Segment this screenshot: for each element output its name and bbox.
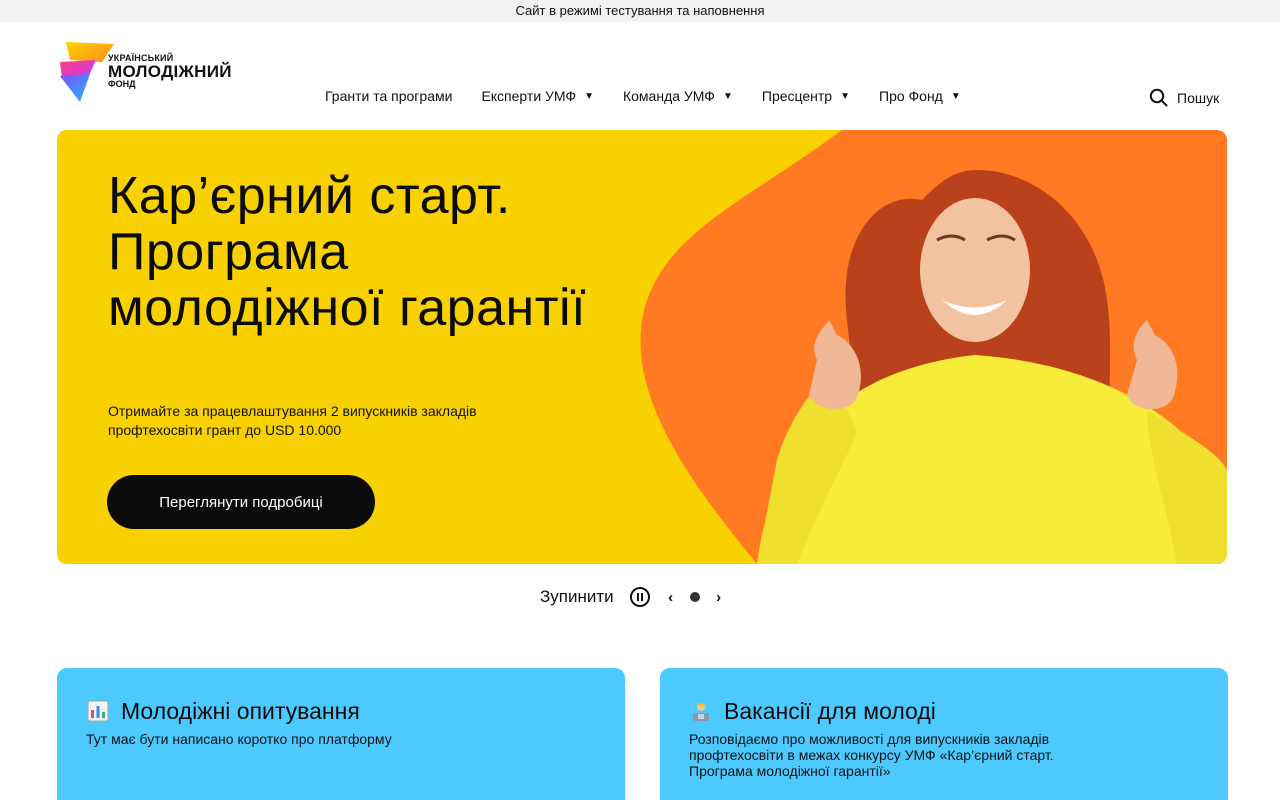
testing-banner-text: Сайт в режимі тестування та наповнення (515, 3, 765, 18)
card-description: Розповідаємо про можливості для випускни… (689, 731, 1054, 779)
card-title: Вакансії для молоді (689, 696, 1199, 726)
hero-subtitle: Отримайте за працевлаштування 2 випускни… (108, 403, 477, 438)
caret-down-icon: ▼ (722, 90, 733, 102)
slider-controls: Зупинити ‹ › (540, 584, 726, 610)
logo-line-2: МОЛОДІЖНИЙ (108, 61, 232, 81)
chevron-left-icon[interactable]: ‹ (664, 587, 678, 607)
nav-item-label: Гранти та програми (325, 88, 453, 104)
nav-item-label: Експерти УМФ (481, 88, 577, 104)
pause-icon[interactable] (629, 587, 650, 607)
card-title: Молодіжні опитування (86, 696, 596, 726)
search-icon (1149, 88, 1168, 107)
card-title-text: Молодіжні опитування (121, 698, 360, 724)
caret-down-icon: ▼ (840, 90, 850, 102)
slider-dot-active[interactable] (689, 592, 700, 602)
chevron-right-icon[interactable]: › (712, 587, 726, 607)
logo-line-3: ФОНД (108, 78, 136, 89)
nav-item-team[interactable]: Команда УМФ ▼ (623, 88, 733, 104)
site-logo[interactable]: УКРАЇНСЬКИЙ МОЛОДІЖНИЙ ФОНД (56, 36, 246, 106)
slider-pause-label: Зупинити (540, 587, 614, 606)
nav-item-grants[interactable]: Гранти та програми (325, 88, 452, 104)
testing-banner: Сайт в режимі тестування та наповнення (0, 0, 1280, 22)
bar-chart-icon (86, 699, 110, 723)
logo-wordmark: УКРАЇНСЬКИЙ МОЛОДІЖНИЙ ФОНД (108, 53, 232, 89)
main-nav: Гранти та програми Експерти УМФ ▼ Команд… (325, 88, 990, 104)
nav-item-label: Команда УМФ (622, 88, 715, 104)
nav-item-press[interactable]: Пресцентр ▼ (762, 88, 850, 104)
card-title-text: Вакансії для молоді (724, 698, 936, 724)
caret-down-icon: ▼ (584, 90, 594, 102)
nav-item-label: Про Фонд (879, 88, 943, 104)
search-button[interactable]: Пошук (1149, 88, 1219, 107)
card-youth-surveys[interactable]: Молодіжні опитування Тут має бути написа… (57, 668, 625, 800)
card-description: Тут має бути написано коротко про платфо… (86, 731, 392, 747)
card-youth-vacancies[interactable]: Вакансії для молоді Розповідаємо про мож… (660, 668, 1228, 800)
nav-item-label: Пресцентр (761, 88, 833, 104)
site-header: УКРАЇНСЬКИЙ МОЛОДІЖНИЙ ФОНД Гранти та пр… (0, 22, 1280, 128)
hero-slide: Кар’єрний старт. Програма молодіжної гар… (57, 130, 1227, 564)
logo-mark-icon (56, 38, 114, 104)
worker-icon (689, 699, 713, 723)
nav-item-experts[interactable]: Експерти УМФ ▼ (481, 88, 594, 104)
caret-down-icon: ▼ (950, 90, 961, 102)
nav-item-about[interactable]: Про Фонд ▼ (879, 88, 961, 104)
hero-title: Кар’єрний старт. Програма молодіжної гар… (108, 167, 587, 337)
search-label: Пошук (1177, 89, 1220, 106)
hero-details-button[interactable]: Переглянути подробиці (107, 475, 375, 529)
